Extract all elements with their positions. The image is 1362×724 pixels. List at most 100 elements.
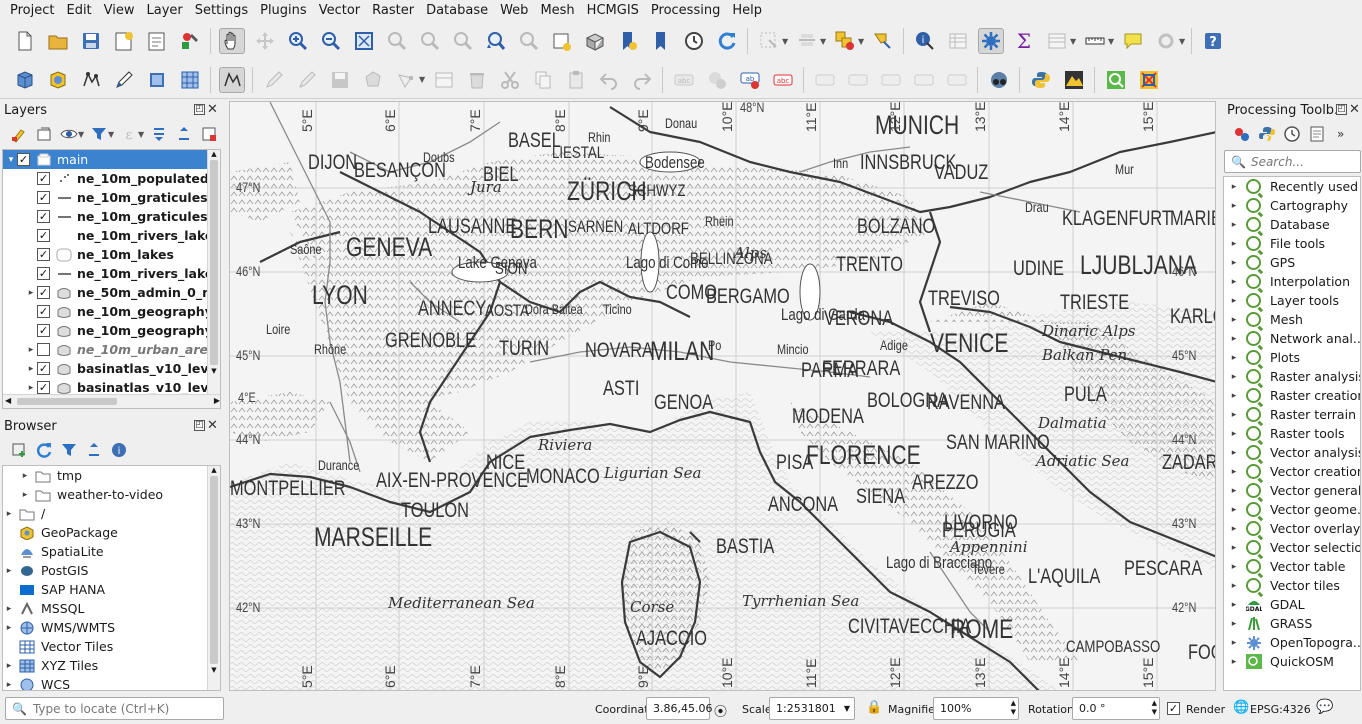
- delete-selected-icon[interactable]: [464, 67, 490, 93]
- identify-features-icon[interactable]: i: [912, 28, 938, 54]
- processing-provider-item[interactable]: ▸ Cartography: [1224, 196, 1360, 215]
- expand-arrow-icon[interactable]: ▸: [25, 288, 37, 298]
- attribute-table-icon[interactable]: [1044, 28, 1070, 54]
- processing-provider-item[interactable]: ▸ Plots: [1224, 348, 1360, 367]
- zoom-in-icon[interactable]: [285, 28, 311, 54]
- expand-arrow-icon[interactable]: ▸: [1228, 638, 1240, 648]
- redo-icon[interactable]: [629, 67, 655, 93]
- browser-item[interactable]: Vector Tiles: [3, 637, 220, 656]
- layer-item[interactable]: ▸✓ ne_50m_admin_0_map_units: [3, 283, 220, 302]
- new-spatial-bookmark-icon[interactable]: [615, 28, 641, 54]
- map-tips-icon[interactable]: [1120, 28, 1146, 54]
- processing-provider-item[interactable]: ▸ OpenTopogra...: [1224, 633, 1360, 652]
- temporal-controller-icon[interactable]: [681, 28, 707, 54]
- expand-arrow-icon[interactable]: ▸: [3, 661, 15, 671]
- browser-item[interactable]: ▸ WMS/WMTS: [3, 618, 220, 637]
- layer-visibility-checkbox[interactable]: ✓: [37, 248, 50, 261]
- expand-arrow-icon[interactable]: ▸: [1228, 334, 1240, 344]
- expand-arrow-icon[interactable]: ▸: [3, 623, 15, 633]
- expand-arrow-icon[interactable]: ▸: [25, 383, 37, 393]
- expand-arrow-icon[interactable]: ▸: [1228, 277, 1240, 287]
- expand-arrow-icon[interactable]: ▸: [1228, 524, 1240, 534]
- coordinate-field[interactable]: 3.86,45.06: [646, 697, 712, 720]
- extents-toggle-icon[interactable]: ⦿: [714, 701, 727, 720]
- processing-provider-item[interactable]: ▸ QuickOSM: [1224, 652, 1360, 671]
- cut-features-icon[interactable]: [497, 67, 523, 93]
- browser-item[interactable]: SpatiaLite: [3, 542, 220, 561]
- menu-help[interactable]: Help: [726, 0, 768, 21]
- layers-horizontal-scrollbar[interactable]: ◀ ▶: [3, 394, 220, 408]
- add-group-icon[interactable]: [33, 123, 55, 145]
- measure-select-icon[interactable]: [870, 28, 896, 54]
- pan-map-icon[interactable]: [218, 28, 245, 54]
- processing-provider-item[interactable]: ▸ GDAL GDAL: [1224, 595, 1360, 614]
- layer-visibility-checkbox[interactable]: ✓: [37, 286, 50, 299]
- menu-processing[interactable]: Processing: [645, 0, 726, 21]
- expand-arrow-icon[interactable]: ▸: [1228, 600, 1240, 610]
- zoom-last-icon[interactable]: [483, 28, 509, 54]
- expand-arrow-icon[interactable]: ▸: [1228, 353, 1240, 363]
- add-vector-layer-icon[interactable]: [45, 67, 71, 93]
- menu-web[interactable]: Web: [494, 0, 534, 21]
- processing-provider-item[interactable]: ▸ Database: [1224, 215, 1360, 234]
- layer-item[interactable]: ▸ ✓ basinatlas_v10_lev08: [3, 359, 220, 378]
- browser-item[interactable]: ▸ WCS: [3, 675, 220, 690]
- browser-close-button[interactable]: ✕: [207, 419, 218, 432]
- layer-item[interactable]: ✓ ne_10m_lakes: [3, 245, 220, 264]
- new-geopackage-layer-icon[interactable]: [78, 67, 104, 93]
- layer-visibility-checkbox[interactable]: ✓: [37, 267, 50, 280]
- scale-field[interactable]: 1:2531801 ▼: [769, 697, 855, 720]
- filter-expression-icon[interactable]: ε: [118, 123, 140, 145]
- browser-collapse-icon[interactable]: [83, 439, 105, 461]
- pin-labels-icon[interactable]: [812, 67, 838, 93]
- unplaced-labels-icon[interactable]: abc: [770, 67, 796, 93]
- map-canvas[interactable]: MUNICH INNSBRUCK BASEL LIESTAL DIJON BESANÇON…: [229, 101, 1216, 691]
- new-project-icon[interactable]: [12, 28, 38, 54]
- show-hide-labels-icon[interactable]: [845, 67, 871, 93]
- processing-provider-item[interactable]: ▸ Vector general: [1224, 481, 1360, 500]
- copy-features-icon[interactable]: [530, 67, 556, 93]
- processing-search-box[interactable]: 🔍 Search...: [1224, 150, 1361, 173]
- expand-arrow-icon[interactable]: ▸: [1228, 448, 1240, 458]
- processing-provider-item[interactable]: ▸ GRASS: [1224, 614, 1360, 633]
- browser-refresh-icon[interactable]: [33, 439, 55, 461]
- label-highlight-icon[interactable]: ab: [737, 67, 763, 93]
- toggle-editing-icon[interactable]: [261, 67, 287, 93]
- layer-item[interactable]: ✓ ne_10m_populated_places: [3, 169, 220, 188]
- manage-visibility-icon[interactable]: [58, 123, 80, 145]
- layer-item[interactable]: ▸ ne_10m_urban_areas: [3, 340, 220, 359]
- menu-view[interactable]: View: [98, 0, 141, 21]
- processing-provider-item[interactable]: ▸ GPS: [1224, 253, 1360, 272]
- scripts-icon[interactable]: [1256, 123, 1278, 145]
- terrain-plugin-icon[interactable]: [1061, 67, 1087, 93]
- browser-vertical-scrollbar[interactable]: ▲ ▼: [207, 466, 220, 690]
- expand-arrow-icon[interactable]: ▸: [1228, 486, 1240, 496]
- layer-visibility-checkbox[interactable]: ✓: [37, 229, 50, 242]
- processing-float-button[interactable]: ◰: [1336, 104, 1347, 115]
- processing-provider-item[interactable]: ▸ Vector analysis: [1224, 443, 1360, 462]
- add-selected-layers-icon[interactable]: [8, 439, 30, 461]
- layers-close-button[interactable]: ✕: [207, 103, 218, 116]
- save-edits-icon[interactable]: [327, 67, 353, 93]
- browser-filter-icon[interactable]: [58, 439, 80, 461]
- open-layer-styling-icon[interactable]: [8, 123, 30, 145]
- zoom-full-icon[interactable]: [351, 28, 377, 54]
- expand-arrow-icon[interactable]: ▸: [3, 566, 15, 576]
- layer-item[interactable]: ✓ ne_10m_rivers_lake_centerlines_scale_ra…: [3, 264, 220, 283]
- select-features-icon[interactable]: [756, 28, 782, 54]
- open-attribute-table-icon[interactable]: [945, 28, 971, 54]
- expand-arrow-icon[interactable]: ▸: [1228, 315, 1240, 325]
- paste-features-icon[interactable]: [563, 67, 589, 93]
- collapse-all-icon[interactable]: [173, 123, 195, 145]
- expand-all-icon[interactable]: [148, 123, 170, 145]
- lock-scale-icon[interactable]: 🔒: [866, 700, 882, 715]
- python-console-icon[interactable]: [1028, 67, 1054, 93]
- processing-provider-item[interactable]: ▸ Layer tools: [1224, 291, 1360, 310]
- expand-arrow-icon[interactable]: ▸: [1228, 619, 1240, 629]
- layer-visibility-checkbox[interactable]: ✓: [17, 153, 30, 166]
- menu-edit[interactable]: Edit: [60, 0, 97, 21]
- modify-attributes-icon[interactable]: [431, 67, 457, 93]
- expand-arrow-icon[interactable]: ▸: [19, 471, 31, 481]
- expand-arrow-icon[interactable]: ▸: [1228, 429, 1240, 439]
- processing-provider-item[interactable]: ▸ Vector tiles: [1224, 576, 1360, 595]
